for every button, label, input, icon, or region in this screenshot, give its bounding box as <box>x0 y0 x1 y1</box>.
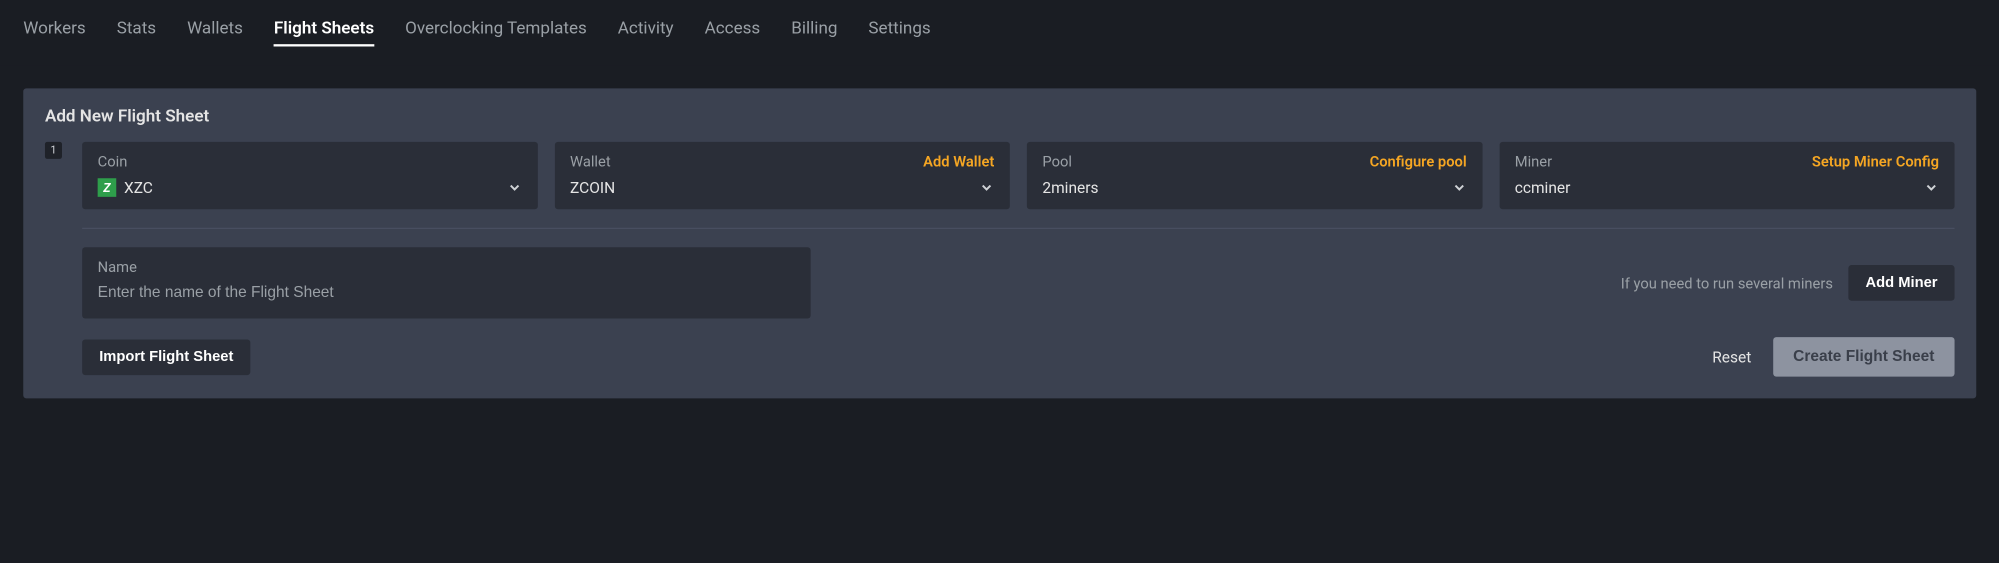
flight-sheet-panel: Add New Flight Sheet 1 Coin Z XZC <box>23 88 1976 398</box>
nav-access[interactable]: Access <box>705 19 761 47</box>
step-badge: 1 <box>45 142 62 159</box>
reset-link[interactable]: Reset <box>1712 348 1751 367</box>
import-flight-sheet-button[interactable]: Import Flight Sheet <box>82 339 250 375</box>
nav-workers[interactable]: Workers <box>23 19 85 47</box>
nav-overclocking-templates[interactable]: Overclocking Templates <box>405 19 587 47</box>
chevron-down-icon <box>1451 180 1467 196</box>
panel-title: Add New Flight Sheet <box>45 107 1955 126</box>
pool-value: 2miners <box>1042 178 1098 197</box>
miner-label: Miner <box>1515 153 1552 171</box>
miner-value: ccminer <box>1515 178 1571 197</box>
create-flight-sheet-button[interactable]: Create Flight Sheet <box>1773 337 1955 377</box>
nav-activity[interactable]: Activity <box>618 19 674 47</box>
divider <box>82 228 1954 229</box>
wallet-value: ZCOIN <box>570 178 615 197</box>
wallet-select[interactable]: Wallet Add Wallet ZCOIN <box>555 142 1010 209</box>
name-field-box: Name <box>82 247 811 318</box>
chevron-down-icon <box>1924 180 1940 196</box>
top-nav: Workers Stats Wallets Flight Sheets Over… <box>0 0 1999 65</box>
add-miner-hint: If you need to run several miners <box>1621 274 1833 292</box>
nav-wallets[interactable]: Wallets <box>187 19 243 47</box>
chevron-down-icon <box>979 180 995 196</box>
miner-select[interactable]: Miner Setup Miner Config ccminer <box>1499 142 1954 209</box>
pool-label: Pool <box>1042 153 1072 171</box>
coin-select[interactable]: Coin Z XZC <box>82 142 537 209</box>
nav-stats[interactable]: Stats <box>117 19 156 47</box>
nav-settings[interactable]: Settings <box>868 19 930 47</box>
coin-icon: Z <box>98 178 117 197</box>
configure-pool-link[interactable]: Configure pool <box>1370 153 1467 171</box>
coin-value: XZC <box>124 178 153 197</box>
name-label: Name <box>98 258 796 276</box>
flight-sheet-name-input[interactable] <box>98 284 796 302</box>
add-miner-button[interactable]: Add Miner <box>1848 265 1954 301</box>
nav-billing[interactable]: Billing <box>791 19 837 47</box>
nav-flight-sheets[interactable]: Flight Sheets <box>274 19 374 47</box>
add-wallet-link[interactable]: Add Wallet <box>923 153 994 171</box>
pool-select[interactable]: Pool Configure pool 2miners <box>1027 142 1482 209</box>
chevron-down-icon <box>506 180 521 196</box>
wallet-label: Wallet <box>570 153 611 171</box>
coin-label: Coin <box>98 153 128 171</box>
setup-miner-config-link[interactable]: Setup Miner Config <box>1812 153 1939 171</box>
